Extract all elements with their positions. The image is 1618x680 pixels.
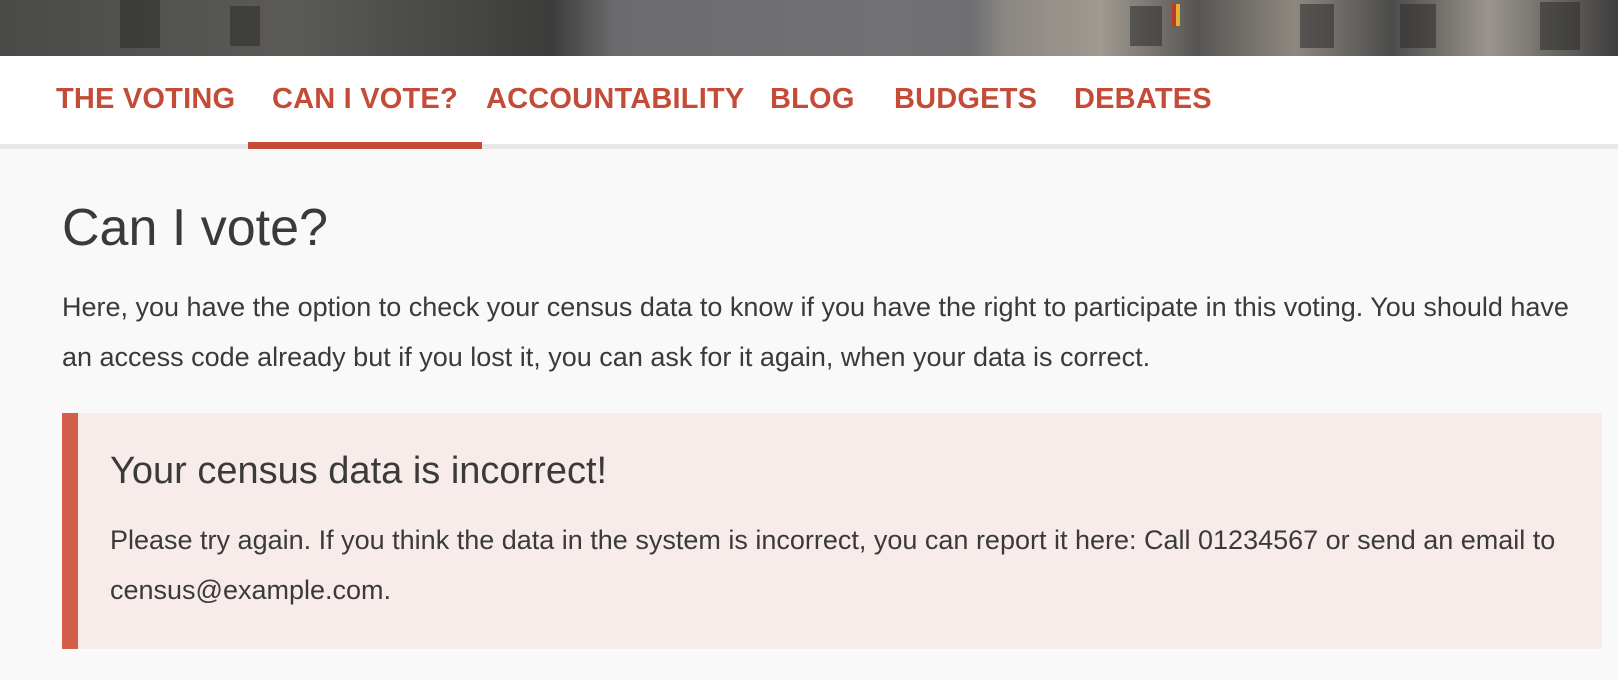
main-navigation: THE VOTING CAN I VOTE? ACCOUNTABILITY BL… bbox=[0, 56, 1618, 149]
nav-item-budgets[interactable]: BUDGETS bbox=[894, 56, 1037, 144]
intro-text: Here, you have the option to check your … bbox=[62, 292, 1569, 372]
census-error-alert: Your census data is incorrect! Please tr… bbox=[62, 413, 1602, 649]
alert-message: Please try again. If you think the data … bbox=[110, 525, 1556, 605]
alert-title: Your census data is incorrect! bbox=[110, 450, 608, 492]
hero-banner-image bbox=[0, 0, 1618, 56]
nav-item-accountability[interactable]: ACCOUNTABILITY bbox=[486, 56, 744, 144]
page-title: Can I vote? bbox=[62, 199, 328, 257]
nav-item-debates[interactable]: DEBATES bbox=[1074, 56, 1212, 144]
nav-item-can-i-vote[interactable]: CAN I VOTE? bbox=[248, 56, 482, 149]
nav-item-the-voting[interactable]: THE VOTING bbox=[56, 56, 235, 144]
nav-item-blog[interactable]: BLOG bbox=[770, 56, 855, 144]
